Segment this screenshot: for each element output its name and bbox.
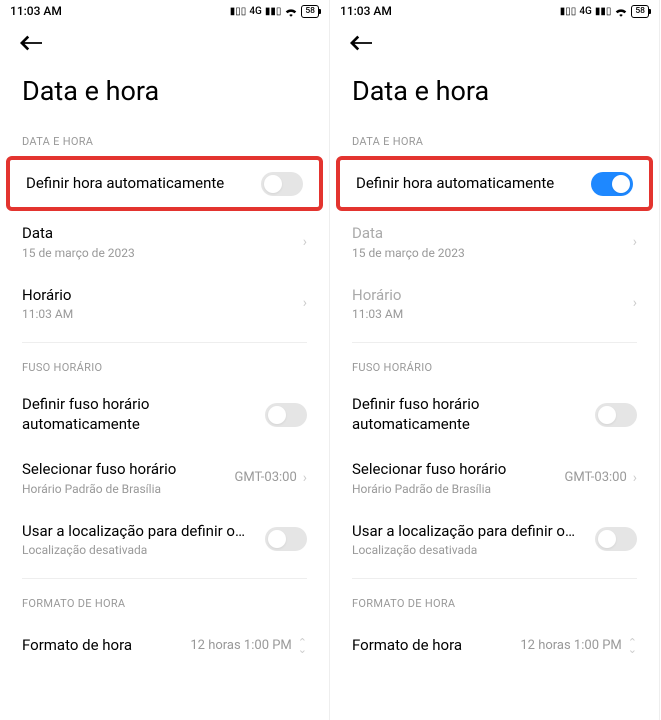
use-loc-sub: Localização desativada bbox=[352, 543, 595, 557]
toggle-knob bbox=[268, 530, 286, 548]
signal-icon: ▮▯▯ bbox=[230, 6, 247, 17]
auto-tz-label-2: automaticamente bbox=[352, 415, 595, 435]
select-tz-label: Selecionar fuso horário bbox=[352, 460, 565, 480]
page-title: Data e hora bbox=[0, 61, 329, 125]
section-header-tz: FUSO HORÁRIO bbox=[0, 351, 329, 382]
toggle-knob bbox=[598, 530, 616, 548]
chevron-right-icon: › bbox=[633, 295, 637, 311]
signal-icon-2: ▮▮▯ bbox=[265, 6, 282, 17]
signal-icon: ▮▯▯ bbox=[560, 6, 577, 17]
row-time[interactable]: Horário 11:03 AM › bbox=[0, 273, 329, 335]
row-auto-time[interactable]: Definir hora automaticamente bbox=[336, 156, 653, 211]
auto-tz-label-2: automaticamente bbox=[22, 415, 265, 435]
divider bbox=[22, 578, 307, 579]
chevron-right-icon: › bbox=[303, 295, 307, 311]
chevron-right-icon: › bbox=[633, 470, 637, 486]
toggle-knob bbox=[612, 175, 630, 193]
time-value: 11:03 AM bbox=[352, 307, 633, 321]
time-value: 11:03 AM bbox=[22, 307, 303, 321]
date-value: 15 de março de 2023 bbox=[22, 246, 303, 260]
toggle-knob bbox=[264, 175, 282, 193]
status-bar: 11:03 AM ▮▯▯ 4G ▮▮▯ 58 bbox=[330, 0, 659, 22]
status-time: 11:03 AM bbox=[10, 4, 62, 18]
row-format[interactable]: Formato de hora 12 horas 1:00 PM ⌃⌄ bbox=[0, 618, 329, 673]
auto-time-label: Definir hora automaticamente bbox=[356, 174, 591, 194]
auto-tz-toggle[interactable] bbox=[265, 403, 307, 427]
use-loc-toggle[interactable] bbox=[595, 527, 637, 551]
wifi-icon bbox=[284, 6, 298, 17]
section-header-tz: FUSO HORÁRIO bbox=[330, 351, 659, 382]
row-use-location[interactable]: Usar a localização para definir o… Local… bbox=[330, 509, 659, 571]
time-label: Horário bbox=[352, 286, 633, 306]
network-icon: 4G bbox=[249, 6, 262, 17]
select-tz-value: GMT-03:00 bbox=[235, 470, 297, 485]
network-icon: 4G bbox=[579, 6, 592, 17]
section-header-datetime: DATA E HORA bbox=[330, 125, 659, 156]
row-date[interactable]: Data 15 de março de 2023 › bbox=[0, 211, 329, 273]
back-button[interactable] bbox=[330, 22, 659, 61]
format-value: 12 horas 1:00 PM bbox=[190, 638, 291, 653]
row-use-location[interactable]: Usar a localização para definir o… Local… bbox=[0, 509, 329, 571]
toggle-knob bbox=[598, 406, 616, 424]
status-time: 11:03 AM bbox=[340, 4, 392, 18]
row-auto-tz[interactable]: Definir fuso horário automaticamente bbox=[0, 382, 329, 447]
divider bbox=[352, 578, 637, 579]
battery-icon: 58 bbox=[631, 5, 649, 18]
select-tz-label: Selecionar fuso horário bbox=[22, 460, 235, 480]
time-label: Horário bbox=[22, 286, 303, 306]
screen-right: 11:03 AM ▮▯▯ 4G ▮▮▯ 58 Data e hora DATA … bbox=[330, 0, 660, 720]
chevron-right-icon: › bbox=[303, 470, 307, 486]
arrow-left-icon bbox=[350, 35, 372, 51]
section-header-format: FORMATO DE HORA bbox=[0, 587, 329, 618]
battery-icon: 58 bbox=[301, 5, 319, 18]
use-loc-label: Usar a localização para definir o… bbox=[352, 522, 595, 542]
date-label: Data bbox=[22, 224, 303, 244]
auto-tz-label-1: Definir fuso horário bbox=[22, 395, 265, 415]
row-select-tz[interactable]: Selecionar fuso horário Horário Padrão d… bbox=[0, 447, 329, 509]
section-header-format: FORMATO DE HORA bbox=[330, 587, 659, 618]
row-select-tz[interactable]: Selecionar fuso horário Horário Padrão d… bbox=[330, 447, 659, 509]
auto-tz-label-1: Definir fuso horário bbox=[352, 395, 595, 415]
auto-tz-toggle[interactable] bbox=[595, 403, 637, 427]
auto-time-toggle[interactable] bbox=[261, 172, 303, 196]
select-tz-value: GMT-03:00 bbox=[565, 470, 627, 485]
use-loc-sub: Localização desativada bbox=[22, 543, 265, 557]
section-header-datetime: DATA E HORA bbox=[0, 125, 329, 156]
row-date: Data 15 de março de 2023 › bbox=[330, 211, 659, 273]
wifi-icon bbox=[614, 6, 628, 17]
status-icons: ▮▯▯ 4G ▮▮▯ 58 bbox=[230, 5, 319, 18]
date-label: Data bbox=[352, 224, 633, 244]
chevron-right-icon: › bbox=[633, 234, 637, 250]
row-auto-tz[interactable]: Definir fuso horário automaticamente bbox=[330, 382, 659, 447]
format-label: Formato de hora bbox=[352, 636, 520, 656]
divider bbox=[22, 342, 307, 343]
updown-icon: ⌃⌄ bbox=[298, 639, 307, 653]
auto-time-label: Definir hora automaticamente bbox=[26, 174, 261, 194]
select-tz-sub: Horário Padrão de Brasília bbox=[352, 482, 565, 496]
auto-time-toggle[interactable] bbox=[591, 172, 633, 196]
screen-left: 11:03 AM ▮▯▯ 4G ▮▮▯ 58 Data e hora DATA … bbox=[0, 0, 330, 720]
arrow-left-icon bbox=[20, 35, 42, 51]
divider bbox=[352, 342, 637, 343]
toggle-knob bbox=[268, 406, 286, 424]
signal-icon-2: ▮▮▯ bbox=[595, 6, 612, 17]
status-bar: 11:03 AM ▮▯▯ 4G ▮▮▯ 58 bbox=[0, 0, 329, 22]
row-time: Horário 11:03 AM › bbox=[330, 273, 659, 335]
status-icons: ▮▯▯ 4G ▮▮▯ 58 bbox=[560, 5, 649, 18]
back-button[interactable] bbox=[0, 22, 329, 61]
date-value: 15 de março de 2023 bbox=[352, 246, 633, 260]
row-format[interactable]: Formato de hora 12 horas 1:00 PM ⌃⌄ bbox=[330, 618, 659, 673]
use-loc-label: Usar a localização para definir o… bbox=[22, 522, 265, 542]
format-value: 12 horas 1:00 PM bbox=[520, 638, 621, 653]
select-tz-sub: Horário Padrão de Brasília bbox=[22, 482, 235, 496]
row-auto-time[interactable]: Definir hora automaticamente bbox=[6, 156, 323, 211]
format-label: Formato de hora bbox=[22, 636, 190, 656]
use-loc-toggle[interactable] bbox=[265, 527, 307, 551]
updown-icon: ⌃⌄ bbox=[628, 639, 637, 653]
page-title: Data e hora bbox=[330, 61, 659, 125]
chevron-right-icon: › bbox=[303, 234, 307, 250]
